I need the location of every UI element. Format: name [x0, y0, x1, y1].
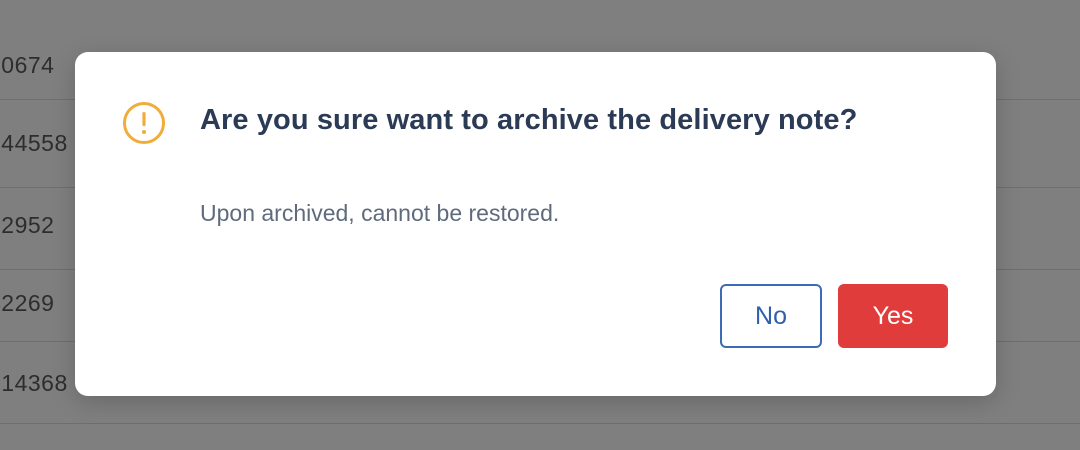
dialog-message: Upon archived, cannot be restored. [200, 200, 560, 226]
confirm-archive-dialog: Are you sure want to archive the deliver… [75, 52, 996, 396]
page: 00674 544558 52952 42269 014368 Are you … [0, 0, 1080, 450]
no-button[interactable]: No [720, 284, 822, 348]
dialog-title: Are you sure want to archive the deliver… [200, 104, 858, 136]
yes-button[interactable]: Yes [838, 284, 948, 348]
exclamation-circle-icon [123, 102, 165, 144]
